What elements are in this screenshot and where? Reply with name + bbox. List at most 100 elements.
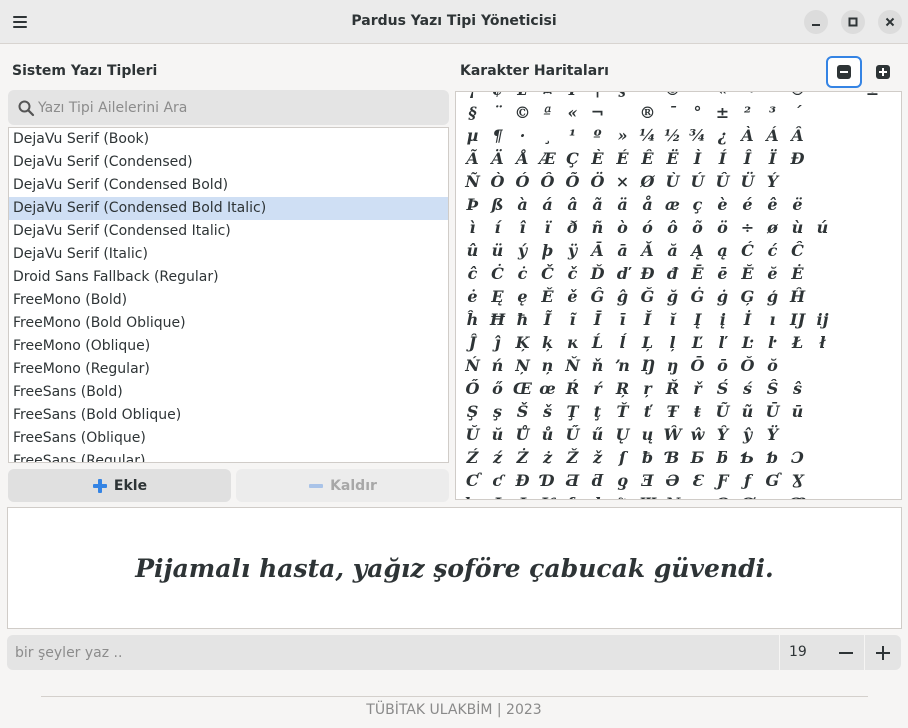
character-cell[interactable]: ¢ (485, 92, 510, 101)
character-cell[interactable]: ŋ (660, 354, 685, 377)
font-list-item[interactable]: DejaVu Serif (Condensed Italic) (9, 220, 448, 243)
character-cell[interactable]: ě (560, 285, 585, 308)
character-cell[interactable]: Ä (485, 147, 510, 170)
character-cell[interactable]: è (710, 193, 735, 216)
character-cell[interactable]: ū (785, 400, 810, 423)
character-cell[interactable]: Þ (460, 193, 485, 216)
character-cell[interactable]: © (660, 92, 685, 101)
character-cell[interactable]: ë (785, 193, 810, 216)
character-cell[interactable]: ũ (735, 400, 760, 423)
character-cell[interactable]: ¬ (585, 101, 610, 124)
character-cell[interactable]: ò (610, 216, 635, 239)
character-cell[interactable]: Ũ (710, 400, 735, 423)
character-cell[interactable]: â (560, 193, 585, 216)
character-cell[interactable]: ƈ (485, 469, 510, 492)
character-cell[interactable]: ś (735, 377, 760, 400)
character-cell[interactable]: ƛ (610, 492, 635, 499)
character-cell[interactable]: ƍ (610, 469, 635, 492)
character-cell[interactable]: Ú (685, 170, 710, 193)
character-cell[interactable]: Í (710, 147, 735, 170)
character-cell[interactable]: ĳ (810, 308, 835, 331)
character-cell[interactable]: Ÿ (760, 423, 785, 446)
character-cell[interactable]: É (610, 147, 635, 170)
character-cell[interactable]: Ř (660, 377, 685, 400)
character-cell[interactable]: Ō (685, 354, 710, 377)
font-list-item[interactable]: FreeSans (Bold Oblique) (9, 404, 448, 427)
character-cell[interactable]: ç (685, 193, 710, 216)
character-cell[interactable]: Ł (785, 331, 810, 354)
character-cell[interactable]: » (610, 124, 635, 147)
character-cell[interactable]: È (585, 147, 610, 170)
font-list-item[interactable]: DejaVu Serif (Book) (9, 128, 448, 151)
character-cell[interactable]: Ě (535, 285, 560, 308)
character-cell[interactable]: ă (660, 239, 685, 262)
character-cell[interactable]: Ć (735, 239, 760, 262)
character-cell[interactable]: ž (585, 446, 610, 469)
character-cell[interactable]: ÿ (560, 239, 585, 262)
character-cell[interactable]: Ñ (460, 170, 485, 193)
character-cell[interactable]: Ô (535, 170, 560, 193)
character-cell[interactable]: Ž (560, 446, 585, 469)
character-cell[interactable]: « (710, 92, 735, 101)
character-cell[interactable]: Ɓ (660, 446, 685, 469)
font-list-item[interactable]: FreeMono (Bold Oblique) (9, 312, 448, 335)
character-cell[interactable]: ĉ (460, 262, 485, 285)
character-cell[interactable]: ř (685, 377, 710, 400)
font-list-item[interactable]: FreeMono (Regular) (9, 358, 448, 381)
character-cell[interactable]: ı (760, 308, 785, 331)
character-cell[interactable]: Ŧ (660, 400, 685, 423)
character-cell[interactable]: ¥ (560, 92, 585, 101)
character-cell[interactable]: Â (785, 124, 810, 147)
character-cell[interactable]: Ų (610, 423, 635, 446)
character-cell[interactable]: ƅ (760, 446, 785, 469)
character-cell[interactable]: ł (810, 331, 835, 354)
character-cell[interactable]: § (460, 101, 485, 124)
character-cell[interactable]: Ą (685, 239, 710, 262)
character-cell[interactable]: Ĝ (585, 285, 610, 308)
character-cell[interactable]: ą (710, 239, 735, 262)
character-cell[interactable]: Ā (585, 239, 610, 262)
character-cell[interactable]: Ĩ (535, 308, 560, 331)
character-cell[interactable]: ¦ (585, 92, 610, 101)
character-cell[interactable]: ñ (585, 216, 610, 239)
character-cell[interactable]: ů (535, 423, 560, 446)
character-cell[interactable]: ô (660, 216, 685, 239)
character-cell[interactable]: ā (610, 239, 635, 262)
character-cell[interactable]: Ŀ (735, 331, 760, 354)
character-cell[interactable]: ÷ (735, 216, 760, 239)
character-cell[interactable]: đ (660, 262, 685, 285)
character-cell[interactable]: Ɛ (685, 469, 710, 492)
character-cell[interactable]: Ŝ (760, 377, 785, 400)
character-cell[interactable]: Ò (485, 170, 510, 193)
character-cell[interactable]: Ē (685, 262, 710, 285)
character-map[interactable]: ¡¢£¤¥¦§¨©ª«¬­®¯°±²§¨©ª«¬­®¯°±²³´µ¶·¸¹º»¼… (455, 91, 902, 500)
character-cell[interactable]: Ɵ (710, 492, 735, 499)
character-cell[interactable]: Č (535, 262, 560, 285)
character-cell[interactable]: ³ (760, 101, 785, 124)
character-cell[interactable]: ľ (710, 331, 735, 354)
character-cell[interactable]: Ŕ (560, 377, 585, 400)
character-cell[interactable]: ļ (660, 331, 685, 354)
character-cell[interactable]: ± (860, 92, 885, 101)
character-cell[interactable]: ª (535, 101, 560, 124)
character-cell[interactable]: ĕ (760, 262, 785, 285)
character-cell[interactable]: Ś (710, 377, 735, 400)
font-list-item[interactable]: FreeSans (Oblique) (9, 427, 448, 450)
character-cell[interactable]: ŭ (485, 423, 510, 446)
character-cell[interactable]: á (535, 193, 560, 216)
character-cell[interactable]: Ø (635, 170, 660, 193)
character-cell[interactable]: Û (710, 170, 735, 193)
character-cell[interactable]: Ħ (485, 308, 510, 331)
character-cell[interactable]: ė (460, 285, 485, 308)
character-cell[interactable]: Ù (660, 170, 685, 193)
character-cell[interactable]: Ĳ (785, 308, 810, 331)
character-cell[interactable]: Ű (560, 423, 585, 446)
character-cell[interactable]: ş (485, 400, 510, 423)
character-cell[interactable]: ſ (610, 446, 635, 469)
character-cell[interactable]: ª (685, 92, 710, 101)
character-cell[interactable]: Ɨ (510, 492, 535, 499)
character-cell[interactable]: Œ (510, 377, 535, 400)
character-cell[interactable]: Ň (560, 354, 585, 377)
character-cell[interactable]: ú (810, 216, 835, 239)
character-cell[interactable]: Į (685, 308, 710, 331)
